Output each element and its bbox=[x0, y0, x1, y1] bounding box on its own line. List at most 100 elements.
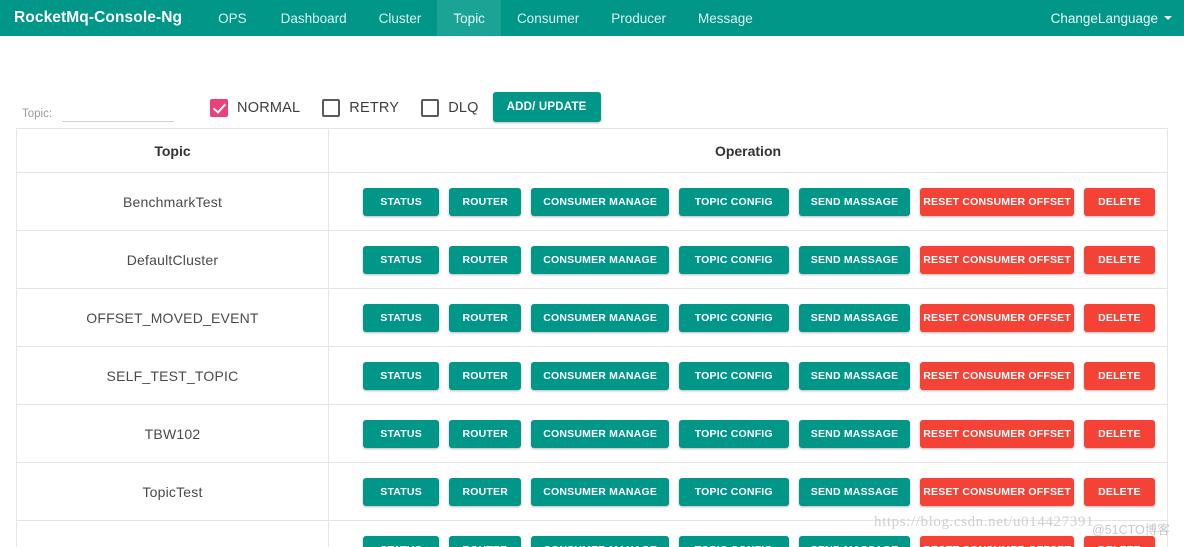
op-button-delete[interactable]: DELETE bbox=[1083, 535, 1155, 547]
topic-table-head: Topic Operation bbox=[16, 128, 1168, 173]
topic-name-cell: BenchmarkTest bbox=[16, 172, 329, 231]
op-button-reset-consumer-offset[interactable]: RESET CONSUMER OFFSET bbox=[920, 535, 1074, 547]
op-button-router[interactable]: ROUTER bbox=[449, 361, 522, 390]
op-button-topic-config[interactable]: TOPIC CONFIG bbox=[678, 535, 789, 547]
operation-button-group: STATUS ROUTER CONSUMER MANAGE TOPIC CONFIG S… bbox=[341, 419, 1155, 448]
topic-table-wrapper: Topic Operation BenchmarkTest STATUS ROUTE… bbox=[0, 128, 1184, 547]
nav-item-producer[interactable]: Producer bbox=[595, 0, 682, 36]
nav-item-cluster[interactable]: Cluster bbox=[363, 0, 438, 36]
op-button-delete[interactable]: DELETE bbox=[1083, 187, 1155, 216]
op-button-status[interactable]: STATUS bbox=[363, 535, 440, 547]
op-button-delete[interactable]: DELETE bbox=[1083, 419, 1155, 448]
op-button-status[interactable]: STATUS bbox=[363, 303, 440, 332]
operation-button-group: STATUS ROUTER CONSUMER MANAGE TOPIC CONFIG S… bbox=[341, 361, 1155, 390]
op-button-topic-config[interactable]: TOPIC CONFIG bbox=[678, 419, 789, 448]
op-button-send-massage[interactable]: SEND MASSAGE bbox=[798, 535, 911, 547]
topic-filter-label: Topic: bbox=[22, 108, 53, 120]
operation-cell: STATUS ROUTER CONSUMER MANAGE TOPIC CONFIG S… bbox=[328, 520, 1168, 547]
nav-item-consumer[interactable]: Consumer bbox=[501, 0, 595, 36]
op-button-reset-consumer-offset[interactable]: RESET CONSUMER OFFSET bbox=[920, 187, 1074, 216]
op-button-status[interactable]: STATUS bbox=[363, 245, 440, 274]
op-button-status[interactable]: STATUS bbox=[363, 477, 440, 506]
op-button-delete[interactable]: DELETE bbox=[1083, 361, 1155, 390]
op-button-router[interactable]: ROUTER bbox=[449, 535, 522, 547]
op-button-delete[interactable]: DELETE bbox=[1083, 245, 1155, 274]
checkbox-normal-box[interactable] bbox=[210, 99, 229, 117]
column-header-operation: Operation bbox=[328, 128, 1168, 173]
op-button-consumer-manage[interactable]: CONSUMER MANAGE bbox=[531, 303, 669, 332]
checkbox-retry[interactable]: RETRY bbox=[322, 99, 399, 117]
filter-bar: Topic: NORMAL RETRY DLQ ADD/ UPDATE bbox=[0, 64, 1184, 128]
nav-item-ops[interactable]: OPS bbox=[198, 0, 265, 36]
operation-cell: STATUS ROUTER CONSUMER MANAGE TOPIC CONFIG S… bbox=[328, 346, 1168, 405]
checkbox-dlq-label: DLQ bbox=[448, 100, 479, 116]
checkbox-normal[interactable]: NORMAL bbox=[210, 99, 300, 117]
checkbox-dlq[interactable]: DLQ bbox=[421, 99, 478, 117]
topic-name-cell: TBW102 bbox=[16, 404, 329, 463]
operation-button-group: STATUS ROUTER CONSUMER MANAGE TOPIC CONFIG S… bbox=[341, 477, 1155, 506]
topic-name-cell: OFFSET_MOVED_EVENT bbox=[16, 288, 329, 347]
operation-button-group: STATUS ROUTER CONSUMER MANAGE TOPIC CONFIG S… bbox=[341, 245, 1155, 274]
op-button-topic-config[interactable]: TOPIC CONFIG bbox=[678, 187, 789, 216]
operation-cell: STATUS ROUTER CONSUMER MANAGE TOPIC CONFIG S… bbox=[328, 404, 1168, 463]
op-button-reset-consumer-offset[interactable]: RESET CONSUMER OFFSET bbox=[920, 361, 1074, 390]
change-language-dropdown[interactable]: ChangeLanguage bbox=[1051, 0, 1176, 36]
op-button-router[interactable]: ROUTER bbox=[449, 477, 522, 506]
op-button-consumer-manage[interactable]: CONSUMER MANAGE bbox=[531, 419, 669, 448]
op-button-status[interactable]: STATUS bbox=[363, 361, 440, 390]
checkbox-retry-label: RETRY bbox=[349, 100, 400, 116]
nav-item-message[interactable]: Message bbox=[682, 0, 769, 36]
op-button-router[interactable]: ROUTER bbox=[449, 419, 522, 448]
op-button-topic-config[interactable]: TOPIC CONFIG bbox=[678, 477, 789, 506]
op-button-reset-consumer-offset[interactable]: RESET CONSUMER OFFSET bbox=[920, 303, 1074, 332]
topic-name-cell: DefaultCluster bbox=[16, 230, 329, 289]
op-button-topic-config[interactable]: TOPIC CONFIG bbox=[678, 245, 789, 274]
topic-name-cell: TopicTest bbox=[16, 462, 329, 521]
op-button-reset-consumer-offset[interactable]: RESET CONSUMER OFFSET bbox=[920, 477, 1074, 506]
op-button-router[interactable]: ROUTER bbox=[449, 245, 522, 274]
op-button-send-massage[interactable]: SEND MASSAGE bbox=[798, 477, 911, 506]
op-button-delete[interactable]: DELETE bbox=[1083, 303, 1155, 332]
op-button-delete[interactable]: DELETE bbox=[1083, 477, 1155, 506]
op-button-consumer-manage[interactable]: CONSUMER MANAGE bbox=[531, 477, 669, 506]
op-button-send-massage[interactable]: SEND MASSAGE bbox=[798, 361, 911, 390]
op-button-consumer-manage[interactable]: CONSUMER MANAGE bbox=[531, 361, 669, 390]
topic-name-cell bbox=[16, 520, 329, 547]
table-row: STATUS ROUTER CONSUMER MANAGE TOPIC CONFIG S… bbox=[16, 520, 1168, 547]
op-button-send-massage[interactable]: SEND MASSAGE bbox=[798, 303, 911, 332]
op-button-consumer-manage[interactable]: CONSUMER MANAGE bbox=[531, 535, 669, 547]
op-button-consumer-manage[interactable]: CONSUMER MANAGE bbox=[531, 245, 669, 274]
op-button-send-massage[interactable]: SEND MASSAGE bbox=[798, 245, 911, 274]
op-button-status[interactable]: STATUS bbox=[363, 419, 440, 448]
checkbox-retry-box[interactable] bbox=[322, 99, 341, 117]
table-row: SELF_TEST_TOPIC STATUS ROUTER CONSUMER MANA… bbox=[16, 346, 1168, 405]
nav-item-topic[interactable]: Topic bbox=[437, 0, 501, 36]
op-button-topic-config[interactable]: TOPIC CONFIG bbox=[678, 303, 789, 332]
op-button-reset-consumer-offset[interactable]: RESET CONSUMER OFFSET bbox=[920, 245, 1074, 274]
op-button-send-massage[interactable]: SEND MASSAGE bbox=[798, 187, 911, 216]
op-button-topic-config[interactable]: TOPIC CONFIG bbox=[678, 361, 789, 390]
top-navbar: RocketMq-Console-Ng OPS Dashboard Cluste… bbox=[0, 0, 1184, 36]
checkbox-dlq-box[interactable] bbox=[421, 99, 440, 117]
chevron-down-icon bbox=[1164, 16, 1172, 20]
table-row: OFFSET_MOVED_EVENT STATUS ROUTER CONSUMER M… bbox=[16, 288, 1168, 347]
op-button-status[interactable]: STATUS bbox=[363, 187, 440, 216]
operation-cell: STATUS ROUTER CONSUMER MANAGE TOPIC CONFIG S… bbox=[328, 288, 1168, 347]
add-update-button[interactable]: ADD/ UPDATE bbox=[492, 92, 601, 122]
op-button-router[interactable]: ROUTER bbox=[449, 303, 522, 332]
op-button-consumer-manage[interactable]: CONSUMER MANAGE bbox=[531, 187, 669, 216]
topic-search-input[interactable] bbox=[62, 104, 175, 122]
table-row: TopicTest STATUS ROUTER CONSUMER MANAGE TOPI… bbox=[16, 462, 1168, 521]
topic-table-body: BenchmarkTest STATUS ROUTER CONSUMER MANAGE… bbox=[16, 172, 1168, 547]
checkbox-normal-label: NORMAL bbox=[237, 100, 301, 116]
table-header-row: Topic Operation bbox=[16, 128, 1168, 173]
table-row: DefaultCluster STATUS ROUTER CONSUMER MANAG… bbox=[16, 230, 1168, 289]
table-row: TBW102 STATUS ROUTER CONSUMER MANAGE TOPIC C… bbox=[16, 404, 1168, 463]
nav-item-dashboard[interactable]: Dashboard bbox=[265, 0, 363, 36]
op-button-reset-consumer-offset[interactable]: RESET CONSUMER OFFSET bbox=[920, 419, 1074, 448]
app-brand[interactable]: RocketMq-Console-Ng bbox=[0, 0, 198, 36]
op-button-send-massage[interactable]: SEND MASSAGE bbox=[798, 419, 911, 448]
topic-filter-field: Topic: bbox=[22, 104, 175, 122]
operation-button-group: STATUS ROUTER CONSUMER MANAGE TOPIC CONFIG S… bbox=[341, 187, 1155, 216]
op-button-router[interactable]: ROUTER bbox=[449, 187, 522, 216]
